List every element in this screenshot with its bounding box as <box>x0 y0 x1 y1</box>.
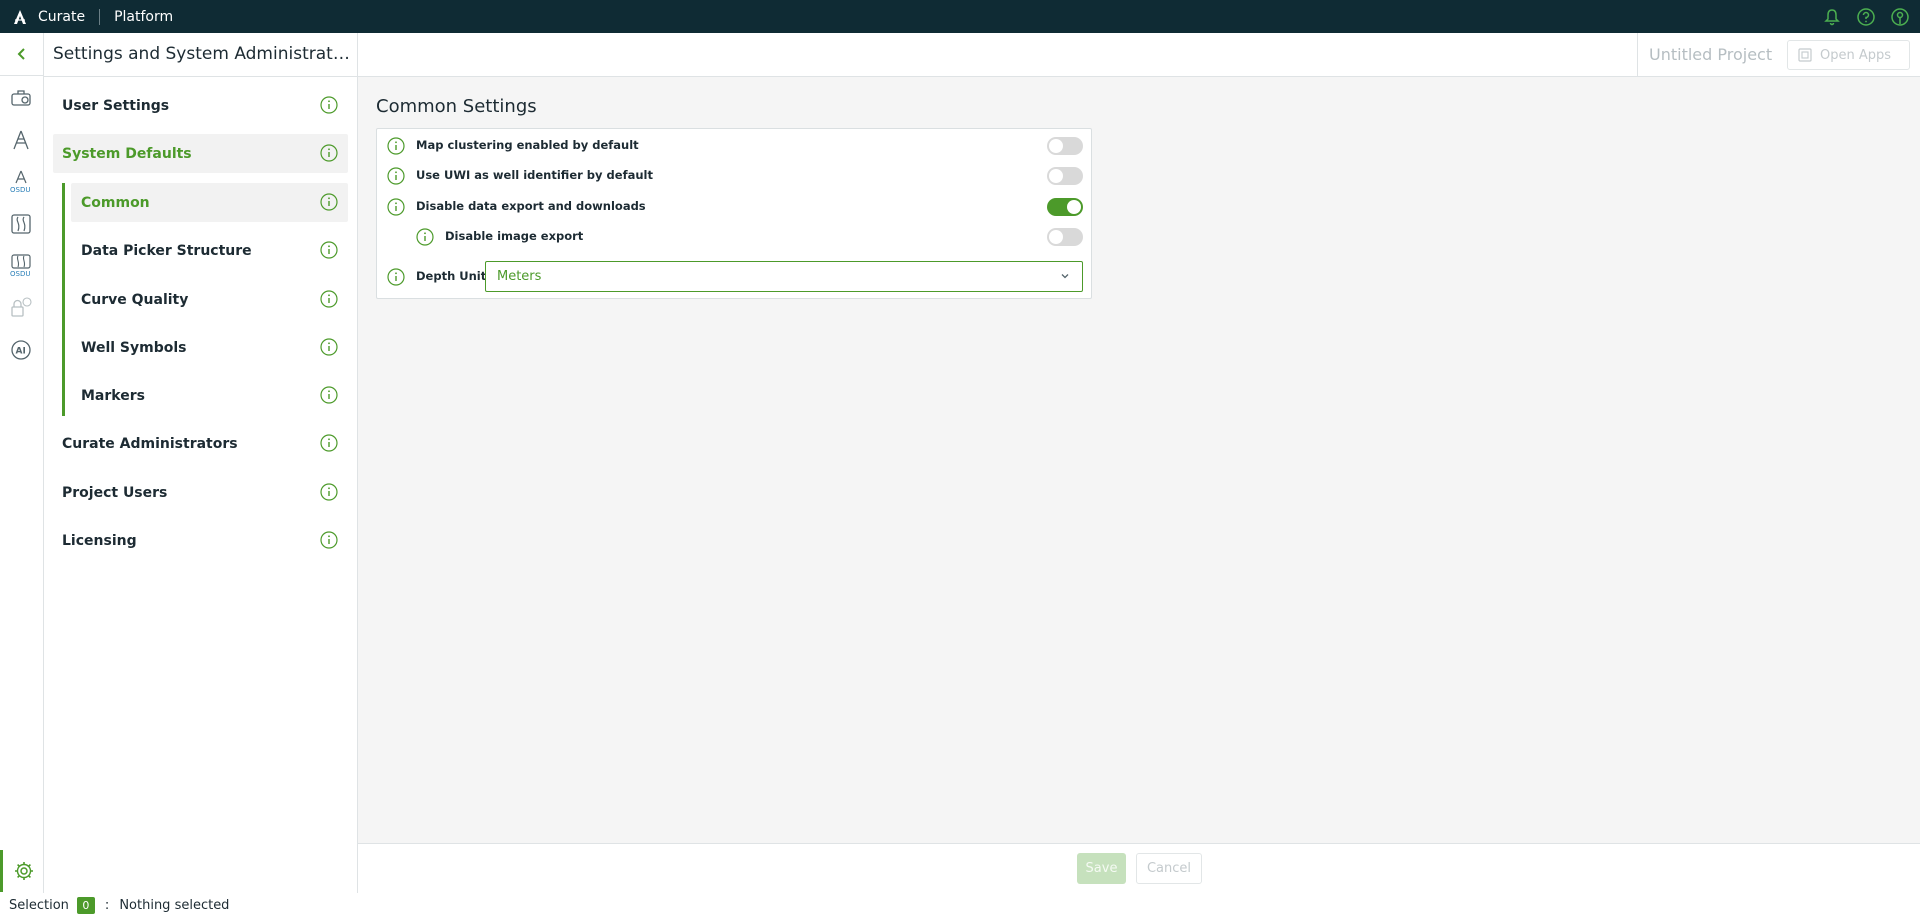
depth-unit-select[interactable]: Meters <box>485 261 1083 292</box>
info-icon[interactable] <box>387 137 405 159</box>
nav-item-curve-quality[interactable]: Curve Quality <box>71 280 348 319</box>
info-icon[interactable] <box>320 338 338 360</box>
info-icon[interactable] <box>320 290 338 312</box>
gear-icon <box>14 862 33 880</box>
icon-rail: OSDU OSDU AI <box>0 33 44 893</box>
apps-icon <box>1798 48 1812 62</box>
info-icon[interactable] <box>320 531 338 553</box>
common-settings-panel: Map clustering enabled by default Use UW… <box>376 128 1092 299</box>
nav-item-common[interactable]: Common <box>71 183 348 222</box>
setting-label: Use UWI as well identifier by default <box>416 168 653 182</box>
disable-export-toggle[interactable] <box>1047 198 1083 216</box>
info-icon[interactable] <box>320 96 338 118</box>
info-icon[interactable] <box>387 268 405 290</box>
depth-unit-value: Meters <box>497 269 542 284</box>
map-clustering-toggle[interactable] <box>1047 137 1083 155</box>
nav-item-well-symbols[interactable]: Well Symbols <box>71 328 348 367</box>
nav-item-label: Markers <box>81 387 145 404</box>
svg-text:AI: AI <box>16 347 26 357</box>
bell-icon[interactable] <box>1820 5 1844 29</box>
setting-row-map-clustering: Map clustering enabled by default <box>377 132 1091 158</box>
info-icon[interactable] <box>320 434 338 456</box>
top-bar: Curate Platform <box>0 0 1920 33</box>
settings-nav: User Settings System Defaults Common Dat… <box>44 77 358 893</box>
nav-item-curate-administrators[interactable]: Curate Administrators <box>53 424 348 463</box>
chevron-left-icon <box>17 48 25 60</box>
cancel-button[interactable]: Cancel <box>1136 853 1202 884</box>
nav-item-label: Data Picker Structure <box>81 242 252 259</box>
use-uwi-toggle[interactable] <box>1047 167 1083 185</box>
nav-item-label: Curve Quality <box>81 291 189 308</box>
nav-item-licensing[interactable]: Licensing <box>53 521 348 560</box>
nav-item-label: Curate Administrators <box>62 435 238 452</box>
selection-label: Selection <box>9 897 69 913</box>
status-separator: : <box>104 897 110 913</box>
nav-item-label: System Defaults <box>62 145 192 162</box>
platform-label: Platform <box>114 8 174 25</box>
info-icon[interactable] <box>387 198 405 220</box>
nav-item-system-defaults[interactable]: System Defaults <box>53 134 348 173</box>
open-apps-label: Open Apps <box>1820 47 1892 63</box>
setting-label: Depth Unit <box>416 269 487 283</box>
selection-count-badge: 0 <box>76 896 95 914</box>
nav-item-markers[interactable]: Markers <box>71 376 348 415</box>
app-name: Curate <box>38 8 86 25</box>
curves-icon[interactable] <box>8 211 34 237</box>
header-divider-project <box>1637 33 1638 77</box>
lock-disabled-icon <box>8 295 34 321</box>
topbar-divider <box>99 8 101 25</box>
nav-item-label: Well Symbols <box>81 339 187 356</box>
nav-item-user-settings[interactable]: User Settings <box>53 86 348 125</box>
disable-image-export-toggle[interactable] <box>1047 228 1083 246</box>
setting-label: Disable image export <box>445 229 584 243</box>
ai-icon[interactable]: AI <box>8 337 34 363</box>
nav-item-label: Common <box>81 194 150 211</box>
nav-item-data-picker-structure[interactable]: Data Picker Structure <box>71 231 348 270</box>
setting-row-disable-image-export: Disable image export <box>377 223 1091 249</box>
osdu-rig-icon[interactable]: OSDU <box>8 169 34 195</box>
info-icon[interactable] <box>320 241 338 263</box>
info-icon[interactable] <box>387 167 405 189</box>
main-content: Common Settings Map clustering enabled b… <box>358 77 1920 843</box>
curate-logo-icon <box>12 9 28 25</box>
user-avatar-icon[interactable] <box>1888 5 1912 29</box>
setting-label: Disable data export and downloads <box>416 199 646 213</box>
settings-rail-button[interactable] <box>0 850 44 892</box>
info-icon[interactable] <box>320 193 338 215</box>
svg-text:OSDU: OSDU <box>10 270 30 278</box>
setting-label: Map clustering enabled by default <box>416 138 639 152</box>
osdu-curves-icon[interactable]: OSDU <box>8 253 34 279</box>
section-heading: Common Settings <box>376 96 537 117</box>
info-icon[interactable] <box>320 144 338 166</box>
page-header: Settings and System Administration Untit… <box>44 33 1920 77</box>
selection-status-text: Nothing selected <box>119 897 230 913</box>
nav-item-project-users[interactable]: Project Users <box>53 473 348 512</box>
open-apps-button[interactable]: Open Apps <box>1787 40 1910 70</box>
action-footer: Save Cancel <box>358 843 1920 893</box>
subnav-indicator <box>62 183 65 416</box>
page-title: Settings and System Administration <box>53 44 353 64</box>
chevron-down-icon <box>1061 274 1069 279</box>
rig-icon[interactable] <box>8 127 34 153</box>
status-bar: Selection 0 : Nothing selected <box>0 893 1920 917</box>
toolbox-icon[interactable] <box>8 85 34 111</box>
nav-item-label: User Settings <box>62 97 170 114</box>
setting-row-use-uwi: Use UWI as well identifier by default <box>377 162 1091 188</box>
help-icon[interactable] <box>1854 5 1878 29</box>
info-icon[interactable] <box>320 483 338 505</box>
info-icon[interactable] <box>320 386 338 408</box>
info-icon[interactable] <box>416 228 434 250</box>
header-divider <box>357 33 358 77</box>
nav-item-label: Project Users <box>62 484 168 501</box>
back-button[interactable] <box>0 33 44 76</box>
svg-text:OSDU: OSDU <box>10 186 30 194</box>
setting-row-disable-export: Disable data export and downloads <box>377 193 1091 219</box>
nav-item-label: Licensing <box>62 532 137 549</box>
project-name: Untitled Project <box>1649 45 1773 64</box>
save-button[interactable]: Save <box>1077 853 1126 884</box>
